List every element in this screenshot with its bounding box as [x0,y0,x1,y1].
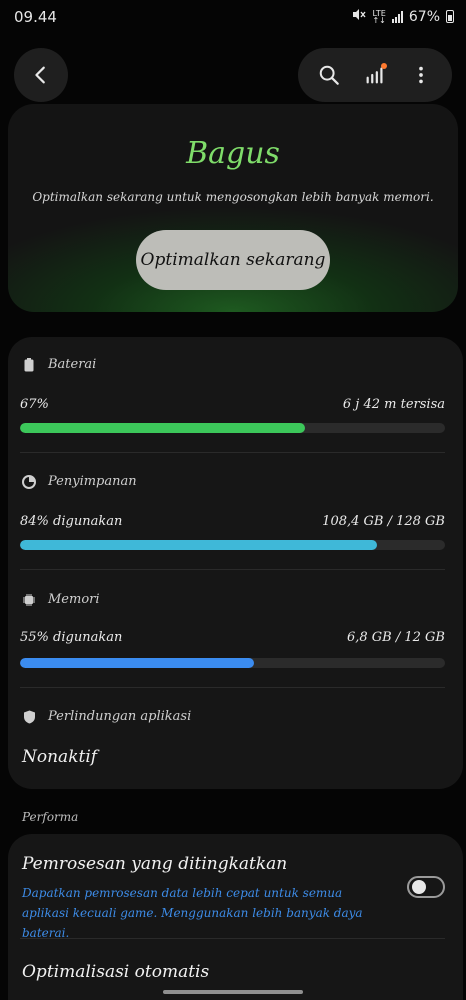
hero-description: Optimalkan sekarang untuk mengosongkan l… [32,190,434,204]
notification-badge [381,63,387,69]
shield-icon [22,710,36,724]
device-care-stats: Baterai 67% 6 j 42 m tersisa Penyimpanan… [8,337,463,789]
memory-value: 55% digunakan [20,630,123,645]
lte-icon: LTE ↑↓ [372,8,386,25]
status-bar: 09.44 LTE ↑↓ 67% [0,0,466,36]
search-button[interactable] [314,60,344,90]
battery-percent: 67% [408,8,440,25]
divider [20,687,445,688]
memory-fill [20,658,254,668]
back-button[interactable] [14,48,68,102]
auto-optimization-item[interactable]: Optimalisasi otomatis [22,962,209,982]
status-hero-card: Bagus Optimalkan sekarang untuk mengoson… [8,104,458,312]
performance-section-label: Performa [22,810,79,824]
storage-progress-bar [20,540,445,550]
search-icon [319,65,339,85]
battery-progress-bar [20,423,445,433]
memory-detail: 6,8 GB / 12 GB [346,630,445,645]
more-options-button[interactable] [406,60,436,90]
more-vertical-icon [419,66,423,84]
battery-fill [20,423,305,433]
battery-detail: 6 j 42 m tersisa [342,397,445,412]
status-time: 09.44 [14,8,57,26]
enhanced-processing-title[interactable]: Pemrosesan yang ditingkatkan [22,854,287,874]
optimize-now-button[interactable]: Optimalkan sekarang [136,230,330,290]
storage-fill [20,540,377,550]
app-protection-label: Perlindungan aplikasi [48,709,192,724]
memory-chip-icon [22,593,36,607]
battery-icon [22,357,36,372]
toggle-knob [412,880,426,894]
divider [20,452,445,453]
storage-value: 84% digunakan [20,514,123,529]
storage-detail: 108,4 GB / 128 GB [322,514,445,529]
hero-title: Bagus [186,136,280,171]
stats-button[interactable] [360,60,390,90]
enhanced-processing-description: Dapatkan pemrosesan data lebih cepat unt… [22,886,363,940]
battery-icon [446,10,454,23]
chevron-left-icon [35,66,45,84]
signal-icon [391,10,403,23]
battery-value: 67% [20,397,49,412]
home-indicator[interactable] [163,990,303,994]
toolbar [298,48,452,102]
pie-chart-icon [22,474,36,489]
memory-label: Memori [48,592,100,607]
divider [20,569,445,570]
battery-label: Baterai [48,357,97,372]
enhanced-processing-toggle[interactable] [407,876,445,898]
divider [20,938,445,939]
mute-icon [352,8,367,25]
storage-label: Penyimpanan [48,474,137,489]
status-icons: LTE ↑↓ 67% [352,8,454,25]
performance-card: Pemrosesan yang ditingkatkan Dapatkan pe… [8,834,463,1000]
app-protection-value: Nonaktif [22,747,98,767]
memory-progress-bar [20,658,445,668]
